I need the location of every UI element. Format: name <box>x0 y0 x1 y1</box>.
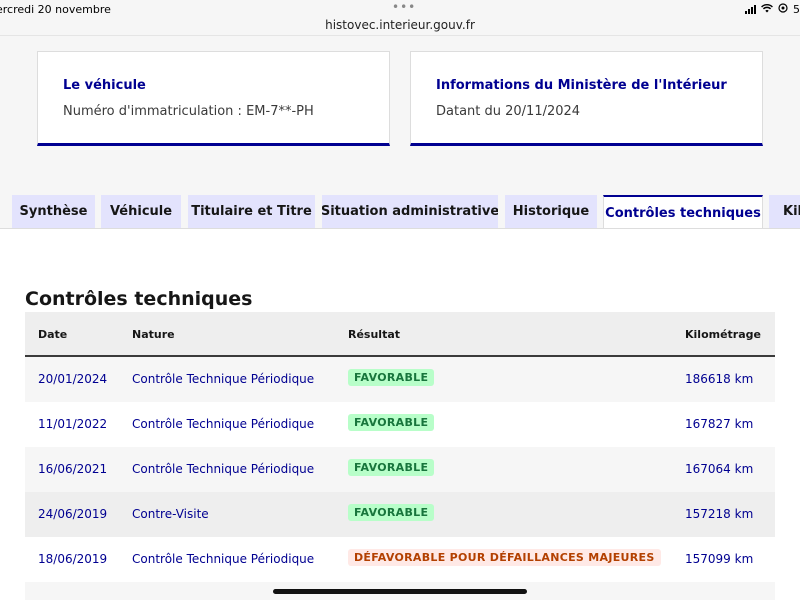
row-result-cell: FAVORABLE <box>348 414 435 431</box>
battery-level: 5 <box>793 3 800 16</box>
tab-situation-administrative[interactable]: Situation administrative <box>322 195 498 228</box>
table-row: 16/06/2021 Contrôle Technique Périodique… <box>25 447 775 492</box>
row-result-cell: DÉFAVORABLE POUR DÉFAILLANCES MAJEURES <box>348 549 661 566</box>
header-result: Résultat <box>348 328 401 341</box>
ministry-card-title: Informations du Ministère de l'Intérieur <box>436 78 727 93</box>
tab-titulaire-titre[interactable]: Titulaire et Titre <box>188 195 315 228</box>
status-bar: ercredi 20 novembre ••• histovec.interie… <box>0 0 800 36</box>
row-date: 18/06/2019 <box>38 552 108 566</box>
row-nature: Contrôle Technique Périodique <box>132 462 315 476</box>
row-date: 20/01/2024 <box>38 372 108 386</box>
header-date: Date <box>38 328 68 341</box>
inspections-table: Date Nature Résultat Kilométrage 20/01/2… <box>25 312 775 600</box>
more-dots-icon[interactable]: ••• <box>392 0 416 14</box>
row-km: 167064 km <box>685 462 754 476</box>
status-date: ercredi 20 novembre <box>0 3 111 16</box>
row-result-cell: FAVORABLE <box>348 459 435 476</box>
row-km: 186618 km <box>685 372 754 386</box>
table-row: 20/01/2024 Contrôle Technique Périodique… <box>25 357 775 402</box>
row-km: 157099 km <box>685 552 754 566</box>
row-nature: Contrôle Technique Périodique <box>132 552 315 566</box>
status-badge: FAVORABLE <box>348 459 435 476</box>
tab-bar: Synthèse Véhicule Titulaire et Titre Sit… <box>0 195 800 229</box>
row-result-cell: FAVORABLE <box>348 504 435 521</box>
table-row: 18/06/2019 Contrôle Technique Périodique… <box>25 537 775 582</box>
status-badge: FAVORABLE <box>348 369 435 386</box>
tab-kilometrage[interactable]: Kilo <box>769 195 800 228</box>
tab-historique[interactable]: Historique <box>505 195 597 228</box>
status-badge: FAVORABLE <box>348 504 435 521</box>
cellular-signal-icon <box>745 5 756 14</box>
home-indicator[interactable] <box>273 589 527 594</box>
row-nature: Contre-Visite <box>132 507 209 521</box>
address-bar-url[interactable]: histovec.interieur.gouv.fr <box>0 18 800 32</box>
wifi-icon <box>761 3 773 16</box>
status-badge: DÉFAVORABLE POUR DÉFAILLANCES MAJEURES <box>348 549 661 566</box>
status-badge: FAVORABLE <box>348 414 435 431</box>
ministry-card: Informations du Ministère de l'Intérieur… <box>410 51 763 146</box>
row-result-cell: FAVORABLE <box>348 369 435 386</box>
status-icons: 5 <box>745 3 800 16</box>
table-row: 24/06/2019 Contre-Visite FAVORABLE 15721… <box>25 492 775 537</box>
location-icon <box>778 3 788 16</box>
tab-vehicule[interactable]: Véhicule <box>101 195 181 228</box>
header-nature: Nature <box>132 328 175 341</box>
row-nature: Contrôle Technique Périodique <box>132 417 315 431</box>
table-row: 11/01/2022 Contrôle Technique Périodique… <box>25 402 775 447</box>
row-date: 24/06/2019 <box>38 507 108 521</box>
row-date: 11/01/2022 <box>38 417 108 431</box>
row-km: 157218 km <box>685 507 754 521</box>
tab-synthese[interactable]: Synthèse <box>12 195 95 228</box>
vehicle-card-title: Le véhicule <box>63 78 146 93</box>
registration-number: Numéro d'immatriculation : EM-7**-PH <box>63 104 314 119</box>
ministry-date: Datant du 20/11/2024 <box>436 104 581 119</box>
row-nature: Contrôle Technique Périodique <box>132 372 315 386</box>
tab-controles-techniques[interactable]: Contrôles techniques <box>603 195 763 229</box>
row-date: 16/06/2021 <box>38 462 108 476</box>
section-title: Contrôles techniques <box>25 288 253 310</box>
vehicle-card: Le véhicule Numéro d'immatriculation : E… <box>37 51 390 146</box>
table-header: Date Nature Résultat Kilométrage <box>25 312 775 357</box>
row-km: 167827 km <box>685 417 754 431</box>
header-km: Kilométrage <box>685 328 761 341</box>
